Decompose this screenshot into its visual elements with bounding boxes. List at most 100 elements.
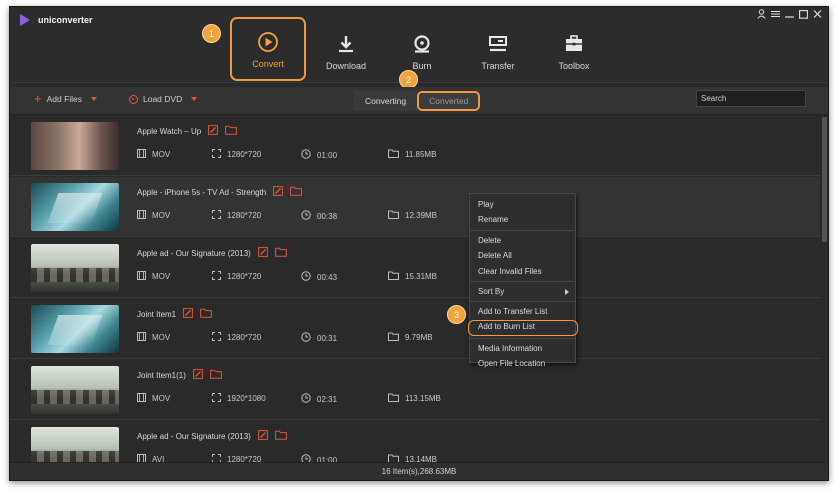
resolution-field: 1920*1080 — [212, 393, 266, 404]
edit-icon[interactable] — [193, 369, 203, 381]
tab-toolbox[interactable]: Toolbox — [536, 17, 612, 81]
chevron-down-icon[interactable] — [191, 97, 198, 101]
menu-divider — [470, 301, 575, 303]
top-bar: uniconverter Convert Download Burn Trans… — [10, 7, 828, 89]
file-meta: MOV 1280*720 01:00 11.85MB — [137, 149, 477, 161]
folder-icon[interactable] — [274, 430, 287, 442]
file-resolution: 1280*720 — [227, 150, 262, 159]
file-format: MOV — [152, 333, 171, 342]
resolution-field: 1280*720 — [212, 149, 261, 160]
toolbar: + Add Files Load DVD Converting Converte… — [10, 87, 828, 115]
maximize-icon[interactable] — [798, 9, 808, 20]
file-resolution: 1280*720 — [227, 211, 262, 220]
menu-item-media-info[interactable]: Media Information — [470, 341, 575, 356]
video-thumbnail[interactable] — [31, 305, 119, 353]
app-name: uniconverter — [38, 15, 93, 25]
video-thumbnail[interactable] — [31, 366, 119, 414]
file-title: Joint Item1 — [137, 309, 177, 319]
file-row[interactable]: Joint Item1(1) MOV 1920*1080 02:31 113.1… — [10, 360, 820, 420]
file-row[interactable]: Apple - iPhone 5s - TV Ad - Strength MOV… — [10, 177, 820, 237]
minimize-icon[interactable] — [784, 9, 794, 20]
file-meta: MOV 1280*720 00:31 9.79MB — [137, 332, 477, 344]
format-field: MOV — [137, 332, 170, 343]
edit-icon[interactable] — [257, 430, 268, 442]
tab-convert[interactable]: Convert — [230, 17, 306, 81]
menu-item-add-burn[interactable]: Add to Burn List — [468, 319, 578, 336]
chevron-down-icon[interactable] — [91, 97, 98, 101]
tab-transfer[interactable]: Transfer — [460, 17, 536, 81]
resolution-icon — [212, 271, 221, 282]
context-menu: Play Rename Delete Delete All Clear Inva… — [468, 193, 578, 368]
clock-icon — [301, 149, 311, 161]
film-icon — [137, 149, 146, 160]
tab-converted[interactable]: Converted — [417, 91, 481, 111]
file-format: MOV — [152, 211, 171, 220]
video-thumbnail[interactable] — [31, 183, 119, 231]
file-title-group: Apple ad - Our Signature (2013) — [137, 247, 287, 259]
file-size: 12.39MB — [405, 211, 438, 220]
edit-icon[interactable] — [273, 186, 284, 198]
file-meta: MOV 1280*720 00:38 12.39MB — [137, 210, 477, 222]
folder-icon[interactable] — [274, 247, 287, 259]
close-icon[interactable] — [812, 9, 822, 20]
format-field: MOV — [137, 149, 170, 160]
edit-icon[interactable] — [257, 247, 268, 259]
file-resolution: 1920*1080 — [227, 394, 266, 403]
add-files-label: Add Files — [46, 94, 83, 104]
size-field: 11.85MB — [388, 149, 436, 160]
folder-icon[interactable] — [210, 369, 222, 381]
load-dvd-button[interactable]: Load DVD — [129, 94, 198, 104]
video-thumbnail[interactable] — [31, 122, 119, 170]
menu-item-delete[interactable]: Delete — [470, 233, 575, 248]
folder-icon[interactable] — [290, 186, 303, 198]
menu-item-open-location[interactable]: Open File Location — [470, 356, 575, 371]
add-files-button[interactable]: + Add Files — [34, 91, 98, 106]
format-field: MOV — [137, 393, 170, 404]
menu-divider — [470, 229, 575, 231]
tab-transfer-label: Transfer — [481, 61, 515, 71]
file-row[interactable]: Apple Watch – Up MOV 1280*720 01:00 11.8… — [10, 116, 820, 176]
video-thumbnail[interactable] — [31, 244, 119, 292]
resolution-field: 1280*720 — [212, 271, 261, 282]
file-row[interactable]: Apple ad - Our Signature (2013) AVI 1280… — [10, 421, 820, 464]
download-icon — [339, 36, 353, 53]
list-scrollbar[interactable] — [822, 117, 827, 242]
file-list: Apple Watch – Up MOV 1280*720 01:00 11.8… — [10, 116, 820, 464]
duration-field: 02:31 — [301, 393, 337, 405]
file-resolution: 1280*720 — [227, 333, 262, 342]
file-row[interactable]: Apple ad - Our Signature (2013) MOV 1280… — [10, 238, 820, 298]
file-format: MOV — [152, 272, 171, 281]
search-input[interactable] — [696, 90, 806, 107]
menu-item-delete-all[interactable]: Delete All — [470, 248, 575, 263]
file-format: MOV — [152, 394, 171, 403]
tab-toolbox-label: Toolbox — [558, 61, 590, 71]
file-resolution: 1280*720 — [227, 272, 262, 281]
folder-icon[interactable] — [225, 125, 238, 137]
file-row[interactable]: Joint Item1 MOV 1280*720 00:31 9.79MB — [10, 299, 820, 359]
video-thumbnail[interactable] — [31, 427, 119, 464]
step-badge-1: 1 — [202, 24, 221, 43]
edit-icon[interactable] — [208, 125, 219, 137]
plus-icon: + — [34, 91, 42, 106]
file-size: 11.85MB — [405, 150, 437, 159]
tab-converting[interactable]: Converting — [354, 91, 418, 111]
menu-item-play[interactable]: Play — [470, 197, 575, 212]
tab-download-label: Download — [325, 61, 367, 71]
tab-download[interactable]: Download — [308, 17, 384, 81]
menu-item-sort-by[interactable]: Sort By — [470, 284, 575, 299]
menu-item-add-transfer[interactable]: Add to Transfer List — [470, 304, 575, 319]
tab-burn[interactable]: Burn — [384, 17, 460, 81]
menu-item-clear-invalid[interactable]: Clear Invalid Files — [470, 264, 575, 279]
duration-field: 00:31 — [301, 332, 337, 344]
format-field: MOV — [137, 271, 170, 282]
resolution-icon — [212, 332, 221, 343]
menu-item-rename[interactable]: Rename — [470, 212, 575, 227]
folder-size-icon — [388, 332, 399, 343]
size-field: 12.39MB — [388, 210, 437, 221]
user-icon[interactable] — [756, 9, 766, 20]
menu-icon[interactable] — [770, 9, 780, 20]
resolution-field: 1280*720 — [212, 210, 261, 221]
folder-icon[interactable] — [200, 308, 213, 320]
file-title-group: Apple ad - Our Signature (2013) — [137, 430, 287, 442]
edit-icon[interactable] — [183, 308, 194, 320]
